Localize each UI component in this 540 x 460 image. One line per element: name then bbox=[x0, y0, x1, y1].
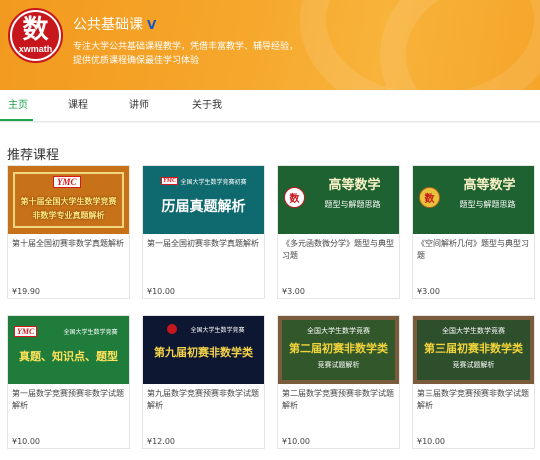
tab-home[interactable]: 主页 bbox=[8, 99, 28, 113]
course-thumbnail: 全国大学生数学竞赛 第三届初赛非数学类 竞赛试题解析 bbox=[413, 316, 534, 384]
course-thumbnail: YMC 全国大学生数学竞赛初赛 历届真题解析 bbox=[143, 166, 264, 234]
course-thumbnail: YMC 全国大学生数学竞赛 真题、知识点、题型 bbox=[8, 316, 129, 384]
avatar[interactable]: 数 xwmath bbox=[8, 8, 63, 63]
active-tab-indicator bbox=[0, 119, 33, 121]
thumbnail-text: 竞赛试题解析 bbox=[317, 361, 360, 369]
thumbnail-text: 第十届全国大学生数学竞赛 bbox=[20, 196, 117, 206]
thumbnail-text: 第九届初赛非数学类 bbox=[154, 346, 253, 359]
banner-decoration bbox=[380, 0, 540, 90]
course-price: ¥19.90 bbox=[12, 287, 40, 296]
section-title: 推荐课程 bbox=[7, 148, 60, 163]
profile-title: 公共基础课 bbox=[73, 17, 143, 33]
course-price: ¥12.00 bbox=[147, 437, 175, 446]
thumbnail-text: 第二届初赛非数学类 bbox=[289, 342, 388, 355]
course-price: ¥10.00 bbox=[282, 437, 310, 446]
thumbnail-text: 历届真题解析 bbox=[161, 199, 246, 215]
thumbnail-text: 全国大学生数学竞赛 bbox=[307, 327, 370, 335]
page-title: 公共基础课 V bbox=[73, 17, 161, 33]
thumbnail-text: 全国大学生数学竞赛 bbox=[442, 327, 505, 335]
course-title: 第一届全国初赛非数学真题解析 bbox=[147, 239, 259, 248]
logo-glyph: 数 bbox=[22, 15, 49, 45]
thumbnail-text: 非数学专业真题解析 bbox=[32, 210, 105, 220]
thumbnail-text: 全国大学生数学竞赛初赛 bbox=[180, 179, 247, 186]
course-title: 第三届数学竞赛预赛非数学试题解析 bbox=[417, 389, 529, 410]
thumbnail-text: 第三届初赛非数学类 bbox=[424, 342, 523, 355]
thumbnail-text: 全国大学生数学竞赛 bbox=[63, 329, 118, 336]
tab-lecturers[interactable]: 讲师 bbox=[129, 99, 149, 113]
thumbnail-text: 题型与解题思路 bbox=[459, 200, 516, 209]
course-card[interactable]: 数 高等数学 题型与解题思路 《空间解析几何》题型与典型习题 ¥3.00 bbox=[412, 165, 535, 299]
tab-courses[interactable]: 课程 bbox=[68, 99, 88, 113]
course-title: 《空间解析几何》题型与典型习题 bbox=[417, 239, 529, 260]
profile-description: 专注大学公共基础课程教学，凭借丰富教学、辅导经验，提供优质课程确保最佳学习体验 bbox=[73, 42, 299, 66]
course-card[interactable]: 数 高等数学 题型与解题思路 《多元函数微分学》题型与典型习题 ¥3.00 bbox=[277, 165, 400, 299]
course-price: ¥10.00 bbox=[12, 437, 40, 446]
thumbnail-text: 真题、知识点、题型 bbox=[19, 350, 118, 363]
course-price: ¥3.00 bbox=[417, 287, 440, 296]
course-price: ¥10.00 bbox=[147, 287, 175, 296]
ymc-logo: YMC bbox=[53, 176, 81, 188]
thumbnail-text: 竞赛试题解析 bbox=[452, 361, 495, 369]
course-thumbnail: 全国大学生数学竞赛 第九届初赛非数学类 bbox=[143, 316, 264, 384]
course-card[interactable]: YMC 全国大学生数学竞赛初赛 历届真题解析 第一届全国初赛非数学真题解析 ¥1… bbox=[142, 165, 265, 299]
course-title: 第一届数学竞赛预赛非数学试题解析 bbox=[12, 389, 124, 410]
course-thumbnail: 全国大学生数学竞赛 第二届初赛非数学类 竞赛试题解析 bbox=[278, 316, 399, 384]
course-card[interactable]: 全国大学生数学竞赛 第三届初赛非数学类 竞赛试题解析 第三届数学竞赛预赛非数学试… bbox=[412, 315, 535, 449]
course-title: 第二届数学竞赛预赛非数学试题解析 bbox=[282, 389, 394, 410]
thumbnail-text: 高等数学 bbox=[328, 178, 381, 193]
course-thumbnail: 数 高等数学 题型与解题思路 bbox=[278, 166, 399, 234]
verified-icon: V bbox=[147, 18, 157, 32]
tab-about[interactable]: 关于我 bbox=[192, 99, 222, 113]
logo-word: xwmath bbox=[18, 44, 53, 54]
main-content: 推荐课程 YMC 第十届全国大学生数学竞赛 非数学专业真题解析 第十届全国初赛非… bbox=[0, 123, 540, 460]
course-title: 《多元函数微分学》题型与典型习题 bbox=[282, 239, 394, 260]
course-card[interactable]: YMC 第十届全国大学生数学竞赛 非数学专业真题解析 第十届全国初赛非数学真题解… bbox=[7, 165, 130, 299]
course-price: ¥10.00 bbox=[417, 437, 445, 446]
nav-tabs: 主页 课程 讲师 关于我 bbox=[0, 90, 540, 122]
thumbnail-text: 高等数学 bbox=[463, 178, 516, 193]
course-card[interactable]: YMC 全国大学生数学竞赛 真题、知识点、题型 第一届数学竞赛预赛非数学试题解析… bbox=[7, 315, 130, 449]
course-thumbnail: 数 高等数学 题型与解题思路 bbox=[413, 166, 534, 234]
course-title: 第九届数学竞赛预赛非数学试题解析 bbox=[147, 389, 259, 410]
profile-banner: 数 xwmath 公共基础课 V 专注大学公共基础课程教学，凭借丰富教学、辅导经… bbox=[0, 0, 540, 90]
logo-inner: 数 xwmath bbox=[12, 12, 59, 59]
thumbnail-text: 题型与解题思路 bbox=[324, 200, 381, 209]
course-price: ¥3.00 bbox=[282, 287, 305, 296]
thumbnail-text: 全国大学生数学竞赛 bbox=[190, 327, 245, 334]
course-card[interactable]: 全国大学生数学竞赛 第九届初赛非数学类 第九届数学竞赛预赛非数学试题解析 ¥12… bbox=[142, 315, 265, 449]
course-title: 第十届全国初赛非数学真题解析 bbox=[12, 239, 124, 248]
course-thumbnail: YMC 第十届全国大学生数学竞赛 非数学专业真题解析 bbox=[8, 166, 129, 234]
course-card[interactable]: 全国大学生数学竞赛 第二届初赛非数学类 竞赛试题解析 第二届数学竞赛预赛非数学试… bbox=[277, 315, 400, 449]
